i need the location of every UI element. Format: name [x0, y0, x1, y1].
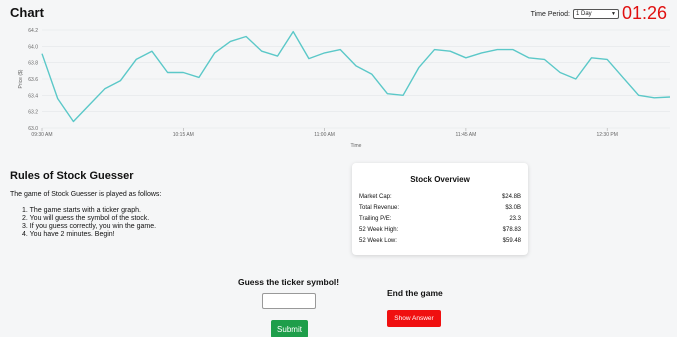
rules-section: Rules of Stock Guesser The game of Stock…: [10, 170, 330, 239]
overview-value: 23.3: [509, 216, 521, 222]
x-tick-label: 11:45 AM: [456, 132, 477, 138]
show-answer-button[interactable]: Show Answer: [387, 310, 441, 327]
ticker-guess-input[interactable]: [262, 293, 316, 309]
x-tick-label: 10:15 AM: [173, 132, 194, 138]
y-tick-label: 63.2: [28, 110, 38, 116]
time-period-select[interactable]: 1 Day ▼: [573, 9, 619, 19]
rules-item: 4. You have 2 minutes. Begin!: [22, 231, 115, 238]
rules-title: Rules of Stock Guesser: [10, 170, 134, 182]
y-tick-label: 63.8: [28, 61, 38, 67]
y-tick-label: 63.4: [28, 93, 38, 99]
guess-title: Guess the ticker symbol!: [238, 277, 340, 287]
rules-list: 1. The game starts with a ticker graph. …: [22, 207, 330, 239]
y-tick-label: 63.6: [28, 77, 38, 83]
rules-item: 1. The game starts with a ticker graph.: [22, 207, 141, 214]
rules-intro: The game of Stock Guesser is played as f…: [10, 191, 162, 198]
x-axis-label: Time: [351, 143, 362, 149]
rules-item: 3. If you guess correctly, you win the g…: [22, 223, 157, 230]
x-tick-label: 09:30 AM: [31, 132, 52, 138]
overview-label: Market Cap:: [359, 194, 392, 200]
price-series-line: [41, 30, 671, 123]
overview-label: Total Revenue:: [359, 205, 400, 211]
overview-value: $78.83: [502, 227, 521, 233]
chart-heading: Chart: [10, 5, 44, 20]
overview-row-52-week-high: 52 Week High: $78.83: [359, 225, 521, 236]
overview-value: $3.0B: [505, 205, 521, 211]
stock-overview-title: Stock Overview: [410, 175, 470, 184]
y-tick-label: 64.0: [28, 44, 38, 50]
stock-overview-card: Stock Overview Market Cap: $24.8B Total …: [352, 163, 528, 255]
overview-value: $24.8B: [501, 194, 521, 200]
time-period-control: Time Period: 1 Day ▼: [531, 9, 619, 19]
overview-row-52-week-low: 52 Week Low: $59.48: [359, 236, 521, 247]
time-period-value: 1 Day: [576, 11, 592, 17]
y-axis-label: Price ($): [18, 69, 24, 88]
x-tick-label: 11:00 AM: [314, 132, 335, 138]
overview-row-market-cap: Market Cap: $24.8B: [359, 192, 521, 203]
price-chart: 63.063.263.463.663.864.064.209:30 AM 10:1…: [18, 28, 671, 149]
overview-label: 52 Week High:: [359, 227, 399, 233]
rules-item: 2. You will guess the symbol of the stoc…: [22, 215, 150, 222]
overview-row-total-revenue: Total Revenue: $3.0B: [359, 203, 521, 214]
chevron-down-icon: ▼: [611, 11, 616, 17]
submit-button[interactable]: Submit: [271, 320, 308, 337]
end-game-title: End the game: [387, 288, 443, 298]
overview-row-trailing-pe: Trailing P/E: 23.3: [359, 214, 521, 225]
countdown-timer: 01:26: [622, 3, 668, 23]
overview-label: 52 Week Low:: [359, 238, 397, 244]
time-period-label: Time Period:: [530, 10, 570, 18]
overview-value: $59.48: [502, 238, 521, 244]
overview-label: Trailing P/E:: [359, 216, 392, 222]
x-tick-label: 12:30 PM: [596, 132, 617, 138]
y-tick-label: 64.2: [28, 28, 38, 34]
